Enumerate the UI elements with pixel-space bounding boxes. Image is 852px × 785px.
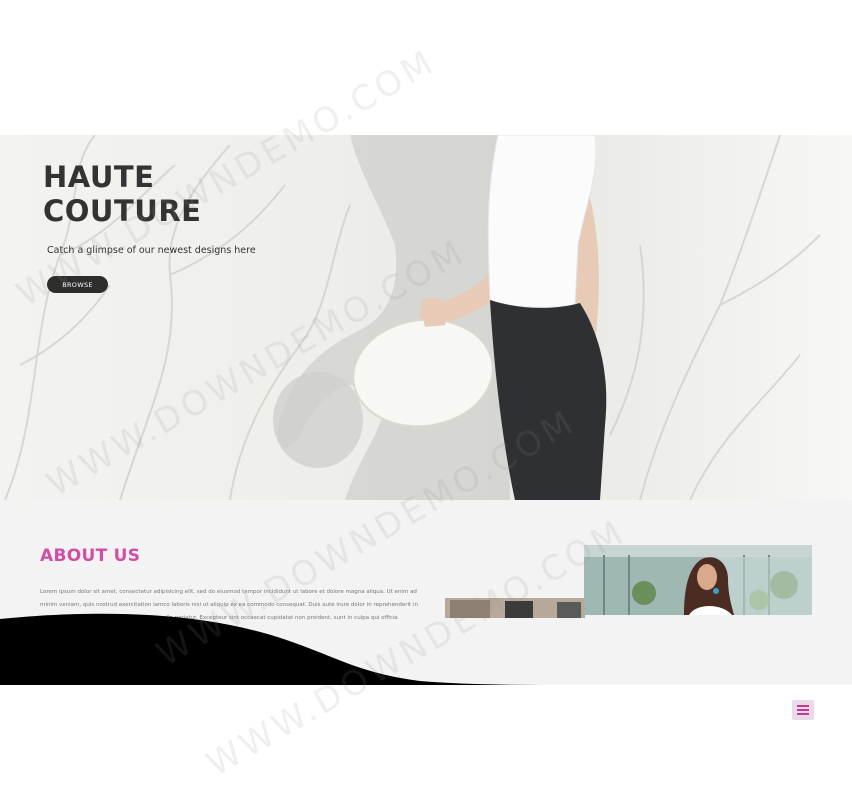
- browse-button[interactable]: BROWSE: [47, 276, 108, 293]
- menu-button[interactable]: [792, 700, 814, 720]
- hero-subtitle: Catch a glimpse of our newest designs he…: [47, 245, 256, 256]
- black-wave-divider: [0, 613, 575, 685]
- about-title: ABOUT US: [40, 546, 141, 566]
- hamburger-icon: [797, 705, 809, 715]
- model-photo: [584, 545, 812, 615]
- hero-title: HAUTE COUTURE: [43, 160, 202, 228]
- plate-shadow: [273, 372, 363, 468]
- hero-section: HAUTE COUTURE Catch a glimpse of our new…: [0, 135, 852, 500]
